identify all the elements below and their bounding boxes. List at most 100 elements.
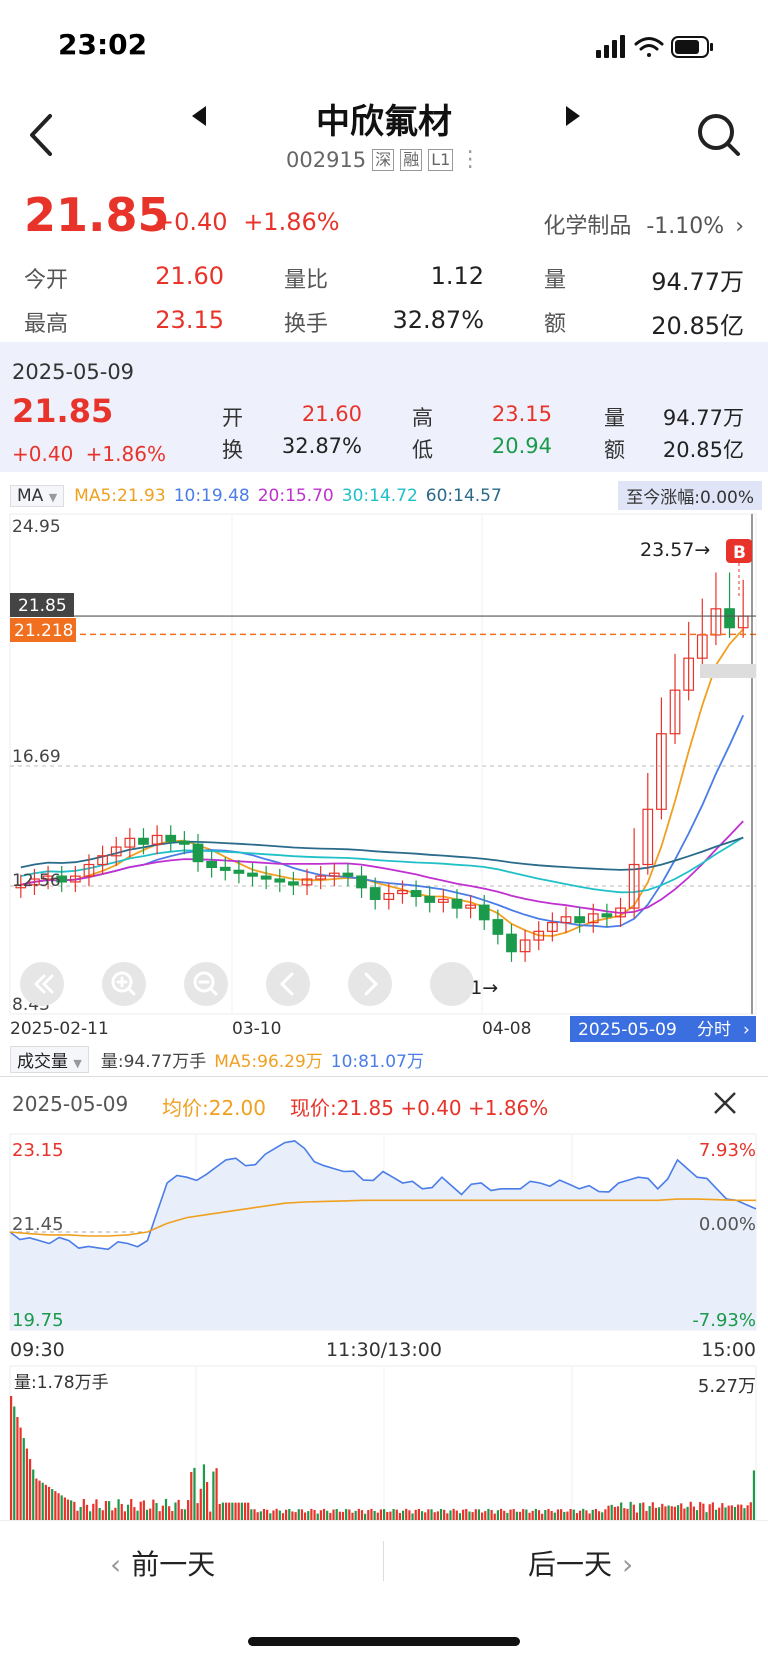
stat-vol: 94.77万 <box>651 268 744 296</box>
volume-bar <box>398 1513 402 1520</box>
volume-bar <box>597 1511 601 1520</box>
volume-bar <box>639 1503 642 1520</box>
kline-ymax: 24.95 <box>12 517 61 537</box>
kline-ymid1: 16.69 <box>12 747 61 767</box>
close-icon[interactable] <box>712 1090 738 1116</box>
volume-bar <box>266 1509 269 1520</box>
volume-bar <box>300 1509 304 1520</box>
volume-bar <box>673 1506 677 1520</box>
volume-bar <box>60 1495 63 1520</box>
volume-bar <box>569 1509 572 1520</box>
kline-chart[interactable]: 24.95 16.69 12.56 8.43 21.85 21.218 23.5… <box>0 512 768 1042</box>
volume-bar <box>139 1501 142 1520</box>
prev-day-button[interactable]: ‹ 前一天 <box>110 1543 215 1583</box>
volume-bar <box>66 1499 70 1520</box>
volume-bar <box>73 1501 76 1520</box>
volume-bar <box>531 1510 534 1520</box>
kline-ymid2: 12.56 <box>12 871 61 891</box>
volume-select-label: 成交量 <box>17 1052 68 1072</box>
volume-bar <box>635 1512 639 1520</box>
volume-bar <box>594 1508 598 1520</box>
day-low: 20.94 <box>491 434 552 458</box>
volume-bar <box>243 1502 247 1520</box>
volume-bar <box>288 1508 291 1520</box>
candle <box>369 887 381 900</box>
volume-bar <box>607 1505 610 1520</box>
volume-bar <box>145 1509 149 1520</box>
volume-bar <box>16 1417 19 1520</box>
volume-bar <box>351 1512 354 1520</box>
volume-bar <box>465 1508 468 1520</box>
volume-bar <box>63 1497 66 1520</box>
volume-bar <box>395 1509 398 1520</box>
volume-bar <box>345 1509 348 1520</box>
volume-bar <box>676 1505 680 1520</box>
day-high-label: 高 <box>412 406 433 430</box>
volume-bar <box>231 1502 234 1520</box>
volume-bar <box>670 1506 673 1520</box>
volume-bar <box>632 1504 635 1520</box>
price-zone <box>700 664 756 679</box>
volume-bar <box>408 1510 411 1520</box>
volume-bar <box>379 1509 383 1520</box>
tag-market: 深 <box>372 149 395 171</box>
since-rise-badge[interactable]: 至今涨幅:0.00% <box>618 481 762 510</box>
volume-bar <box>79 1506 82 1520</box>
volume-bar <box>433 1512 436 1520</box>
next-day-button[interactable]: 后一天 › <box>528 1543 633 1583</box>
volume-bar <box>313 1509 316 1520</box>
volume-bar <box>310 1508 313 1520</box>
zoom-out-button[interactable] <box>184 962 228 1006</box>
forward-button[interactable] <box>430 962 474 1006</box>
volume-bar <box>699 1502 702 1520</box>
volume-bar <box>474 1509 477 1520</box>
volume-bar <box>711 1502 714 1520</box>
day-open-label: 开 <box>222 406 243 430</box>
volume-bar <box>601 1512 604 1520</box>
ma20-value: 20:15.70 <box>257 486 334 506</box>
intraday-chart[interactable]: 23.15 21.45 19.75 7.93% 0.00% -7.93% 09:… <box>0 1128 768 1520</box>
zoom-in-button[interactable] <box>102 962 146 1006</box>
volume-bar <box>272 1510 275 1520</box>
ma-select[interactable]: MA ▼ <box>10 485 65 507</box>
more-dots-icon[interactable]: ⋮ <box>459 149 481 171</box>
volume-bar <box>82 1499 85 1520</box>
candle <box>288 881 299 886</box>
volume-bar <box>547 1508 550 1520</box>
candle <box>451 898 463 909</box>
volume-bar <box>158 1511 161 1520</box>
volume-select[interactable]: 成交量 ▼ <box>10 1046 89 1073</box>
volume-bar <box>133 1507 136 1520</box>
volume-bar <box>458 1513 462 1520</box>
volume-bar <box>57 1493 60 1520</box>
scroll-right-button[interactable] <box>348 962 392 1006</box>
day-turn-label: 换 <box>222 438 243 462</box>
industry-link[interactable]: 化学制品 -1.10% › <box>543 208 744 240</box>
volume-bar <box>256 1512 259 1520</box>
volume-bar <box>695 1510 699 1520</box>
volume-bar <box>70 1500 73 1520</box>
current-price-tag: 21.85 <box>18 596 67 616</box>
volume-bar <box>648 1506 651 1520</box>
volume-bar <box>386 1511 389 1520</box>
volume-bar <box>721 1503 724 1520</box>
search-icon[interactable] <box>694 110 744 160</box>
volume-bar <box>702 1503 705 1520</box>
scroll-left-button[interactable] <box>266 962 310 1006</box>
volume-bar <box>752 1470 756 1520</box>
next-stock-icon[interactable] <box>560 104 584 128</box>
volume-bar <box>414 1509 417 1520</box>
volume-bar <box>563 1511 566 1520</box>
volume-bar <box>357 1508 360 1520</box>
divider <box>0 1076 768 1077</box>
day-amt: 20.85亿 <box>662 438 744 462</box>
volume-bar <box>294 1512 297 1520</box>
candle <box>506 933 517 953</box>
volume-bar <box>544 1510 547 1520</box>
intraday-vol-max: 5.27万 <box>698 1376 756 1397</box>
volume-bar <box>338 1511 341 1520</box>
date-tag: 2025-05-09 <box>578 1020 677 1040</box>
next-day-label: 后一天 <box>528 1548 613 1581</box>
fenshi-link[interactable]: 分时 <box>697 1020 731 1040</box>
volume-bar <box>196 1503 199 1520</box>
